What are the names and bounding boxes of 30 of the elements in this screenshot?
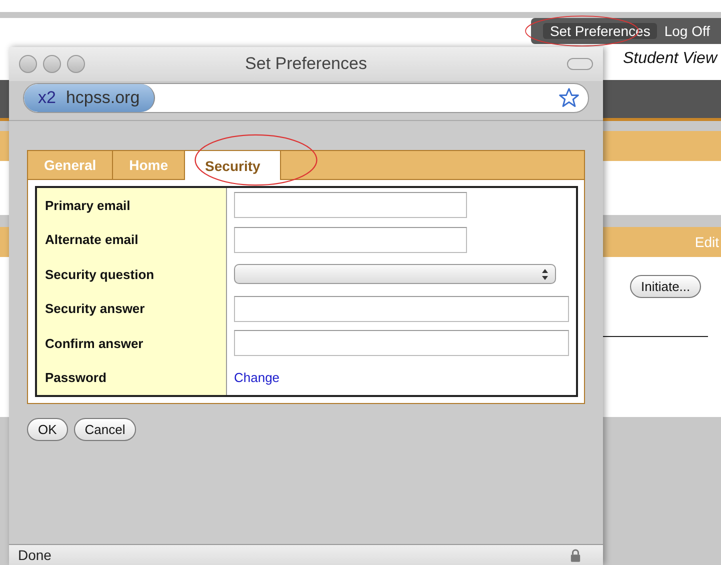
field-label: Primary email: [45, 198, 130, 213]
toolbar-toggle-button[interactable]: [567, 58, 593, 70]
window-title: Set Preferences: [245, 54, 367, 74]
field-label: Security answer: [45, 301, 145, 316]
address-bar[interactable]: x2 hcpss.org: [23, 83, 589, 113]
close-button[interactable]: [19, 55, 37, 73]
change-link[interactable]: Change: [234, 370, 280, 386]
dropdown-select[interactable]: [234, 264, 556, 284]
site-domain: hcpss.org: [66, 88, 140, 108]
field-label: Alternate email: [45, 232, 138, 248]
zoom-button[interactable]: [67, 55, 85, 73]
status-text: Done: [18, 547, 52, 563]
nav-link[interactable]: Log Off: [657, 23, 717, 39]
lock-icon: [570, 548, 581, 562]
bookmark-star-icon[interactable]: [558, 87, 580, 109]
view-label: Student View: [623, 50, 717, 67]
initiate-button[interactable]: Initiate...: [630, 275, 702, 298]
dialog-button[interactable]: OK: [27, 418, 68, 441]
input-field[interactable]: [234, 226, 467, 253]
field-label: Password: [45, 370, 106, 386]
field-label: Confirm answer: [45, 336, 144, 351]
input-field[interactable]: [234, 192, 467, 218]
dialog-button[interactable]: Cancel: [74, 418, 136, 441]
input-field[interactable]: [234, 296, 569, 322]
input-field[interactable]: [234, 330, 569, 356]
field-label: Security question: [45, 266, 154, 282]
tab[interactable]: Security: [185, 151, 282, 180]
stepper-arrows-icon: [542, 268, 548, 280]
site-label: x2: [38, 88, 56, 108]
minimize-button[interactable]: [43, 55, 61, 73]
